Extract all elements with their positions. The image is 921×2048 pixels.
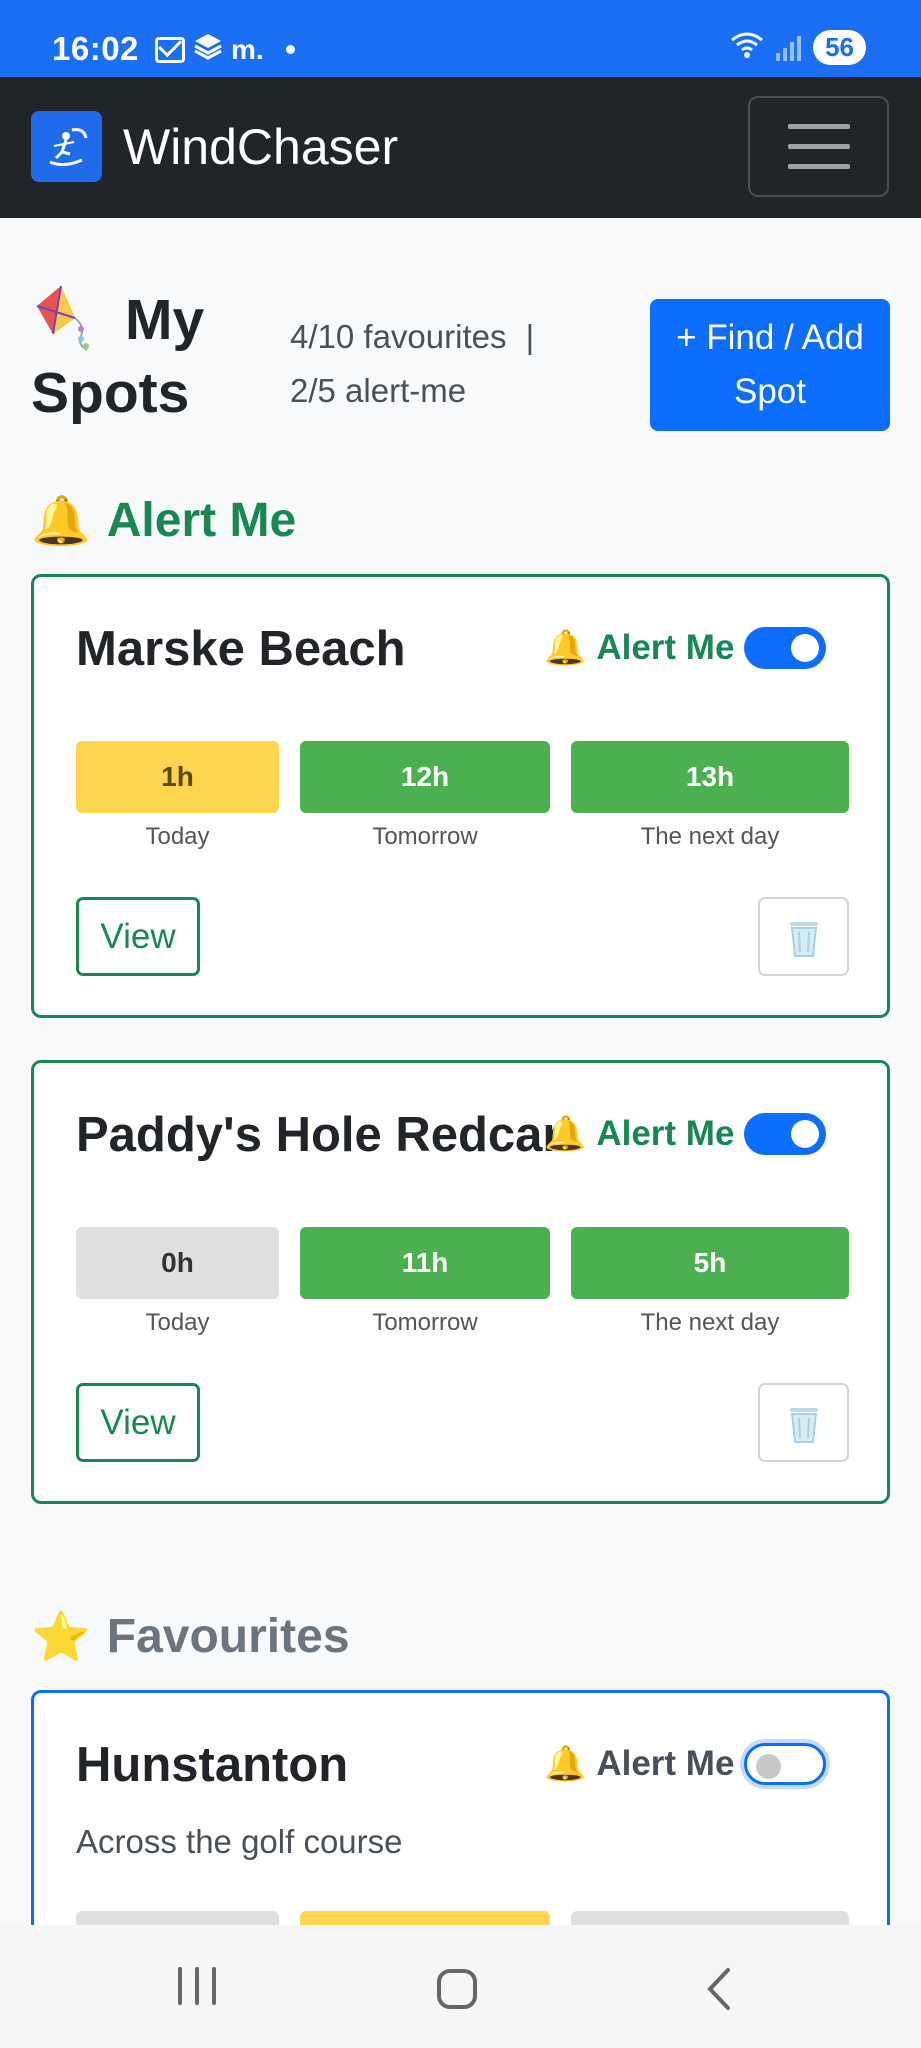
spot-name: Marske Beach (76, 622, 406, 676)
forecast-today: 0h Today (76, 1227, 279, 1337)
alert-me-toggle[interactable]: 🔔 Alert Me (544, 1113, 827, 1155)
alert-me-toggle[interactable]: 🔔 Alert Me (544, 1743, 827, 1785)
forecast-tomorrow: 11h Tomorrow (300, 1227, 550, 1337)
forecast-row: 0h Today 11h Tomorrow 5h The next day (76, 1227, 849, 1337)
alert-me-switch[interactable] (744, 1113, 827, 1155)
wifi-icon (730, 31, 764, 64)
spot-name: Hunstanton (76, 1738, 349, 1792)
status-system-icons: 56 (730, 30, 866, 65)
find-add-spot-button[interactable]: + Find / Add Spot (650, 299, 890, 431)
kitesurfer-icon[interactable] (31, 111, 102, 182)
favourites-count: 4/10 favourites (290, 318, 507, 355)
view-button[interactable]: View (76, 897, 200, 976)
forecast-next-day: 13h The next day (571, 741, 849, 851)
spot-name: Paddy's Hole Redcar (76, 1108, 562, 1162)
page-title: My Spots (31, 288, 205, 425)
carrier-label: m. (231, 33, 264, 65)
alert-me-switch[interactable] (744, 627, 827, 669)
alert-me-toggle[interactable]: 🔔 Alert Me (544, 627, 827, 669)
forecast-row: 1h Today 12h Tomorrow 13h The next day (76, 741, 849, 851)
view-button[interactable]: View (76, 1383, 200, 1462)
forecast-today: 1h Today (76, 741, 279, 851)
bell-icon: 🔔 (31, 495, 91, 548)
status-notification-icons: m. (155, 32, 295, 67)
spot-card-marske-beach: Marske Beach 🔔 Alert Me 1h Today 12h Tom… (31, 574, 890, 1018)
signal-icon (776, 35, 802, 61)
stats-separator: | (525, 318, 535, 355)
alert-me-label: Alert Me (596, 628, 735, 667)
home-icon[interactable] (437, 1969, 477, 2009)
bell-icon: 🔔 (544, 1745, 587, 1783)
alert-me-switch[interactable] (744, 1743, 827, 1785)
status-bar: 16:02 m. 56 (0, 0, 921, 77)
notification-dot (285, 45, 295, 54)
app-brand-name[interactable]: WindChaser (123, 118, 398, 176)
status-time: 16:02 (52, 30, 139, 67)
trash-icon[interactable] (758, 1383, 849, 1462)
favourites-section-title: ⭐ Favourites (31, 1610, 350, 1664)
spot-stats: 4/10 favourites | 2/5 alert-me (290, 310, 534, 418)
recents-icon[interactable] (178, 1967, 216, 2005)
alert-section-title: 🔔 Alert Me (31, 494, 297, 548)
star-icon: ⭐ (31, 1611, 91, 1664)
spot-description: Across the golf course (76, 1823, 403, 1860)
hamburger-menu-icon[interactable] (748, 96, 889, 197)
layers-icon (193, 32, 223, 67)
spot-card-paddys-hole-redcar: Paddy's Hole Redcar 🔔 Alert Me 0h Today … (31, 1060, 890, 1504)
alert-me-label: Alert Me (596, 1114, 735, 1153)
forecast-next-day: 5h The next day (571, 1227, 849, 1337)
bell-icon: 🔔 (544, 1115, 587, 1153)
mail-icon (155, 36, 185, 63)
back-icon[interactable] (700, 1966, 740, 2012)
forecast-tomorrow: 12h Tomorrow (300, 741, 550, 851)
alert-me-label: Alert Me (596, 1744, 735, 1783)
battery-level: 56 (813, 30, 866, 65)
trash-icon[interactable] (758, 897, 849, 976)
alert-count: 2/5 alert-me (290, 372, 467, 409)
bell-icon: 🔔 (544, 629, 587, 667)
